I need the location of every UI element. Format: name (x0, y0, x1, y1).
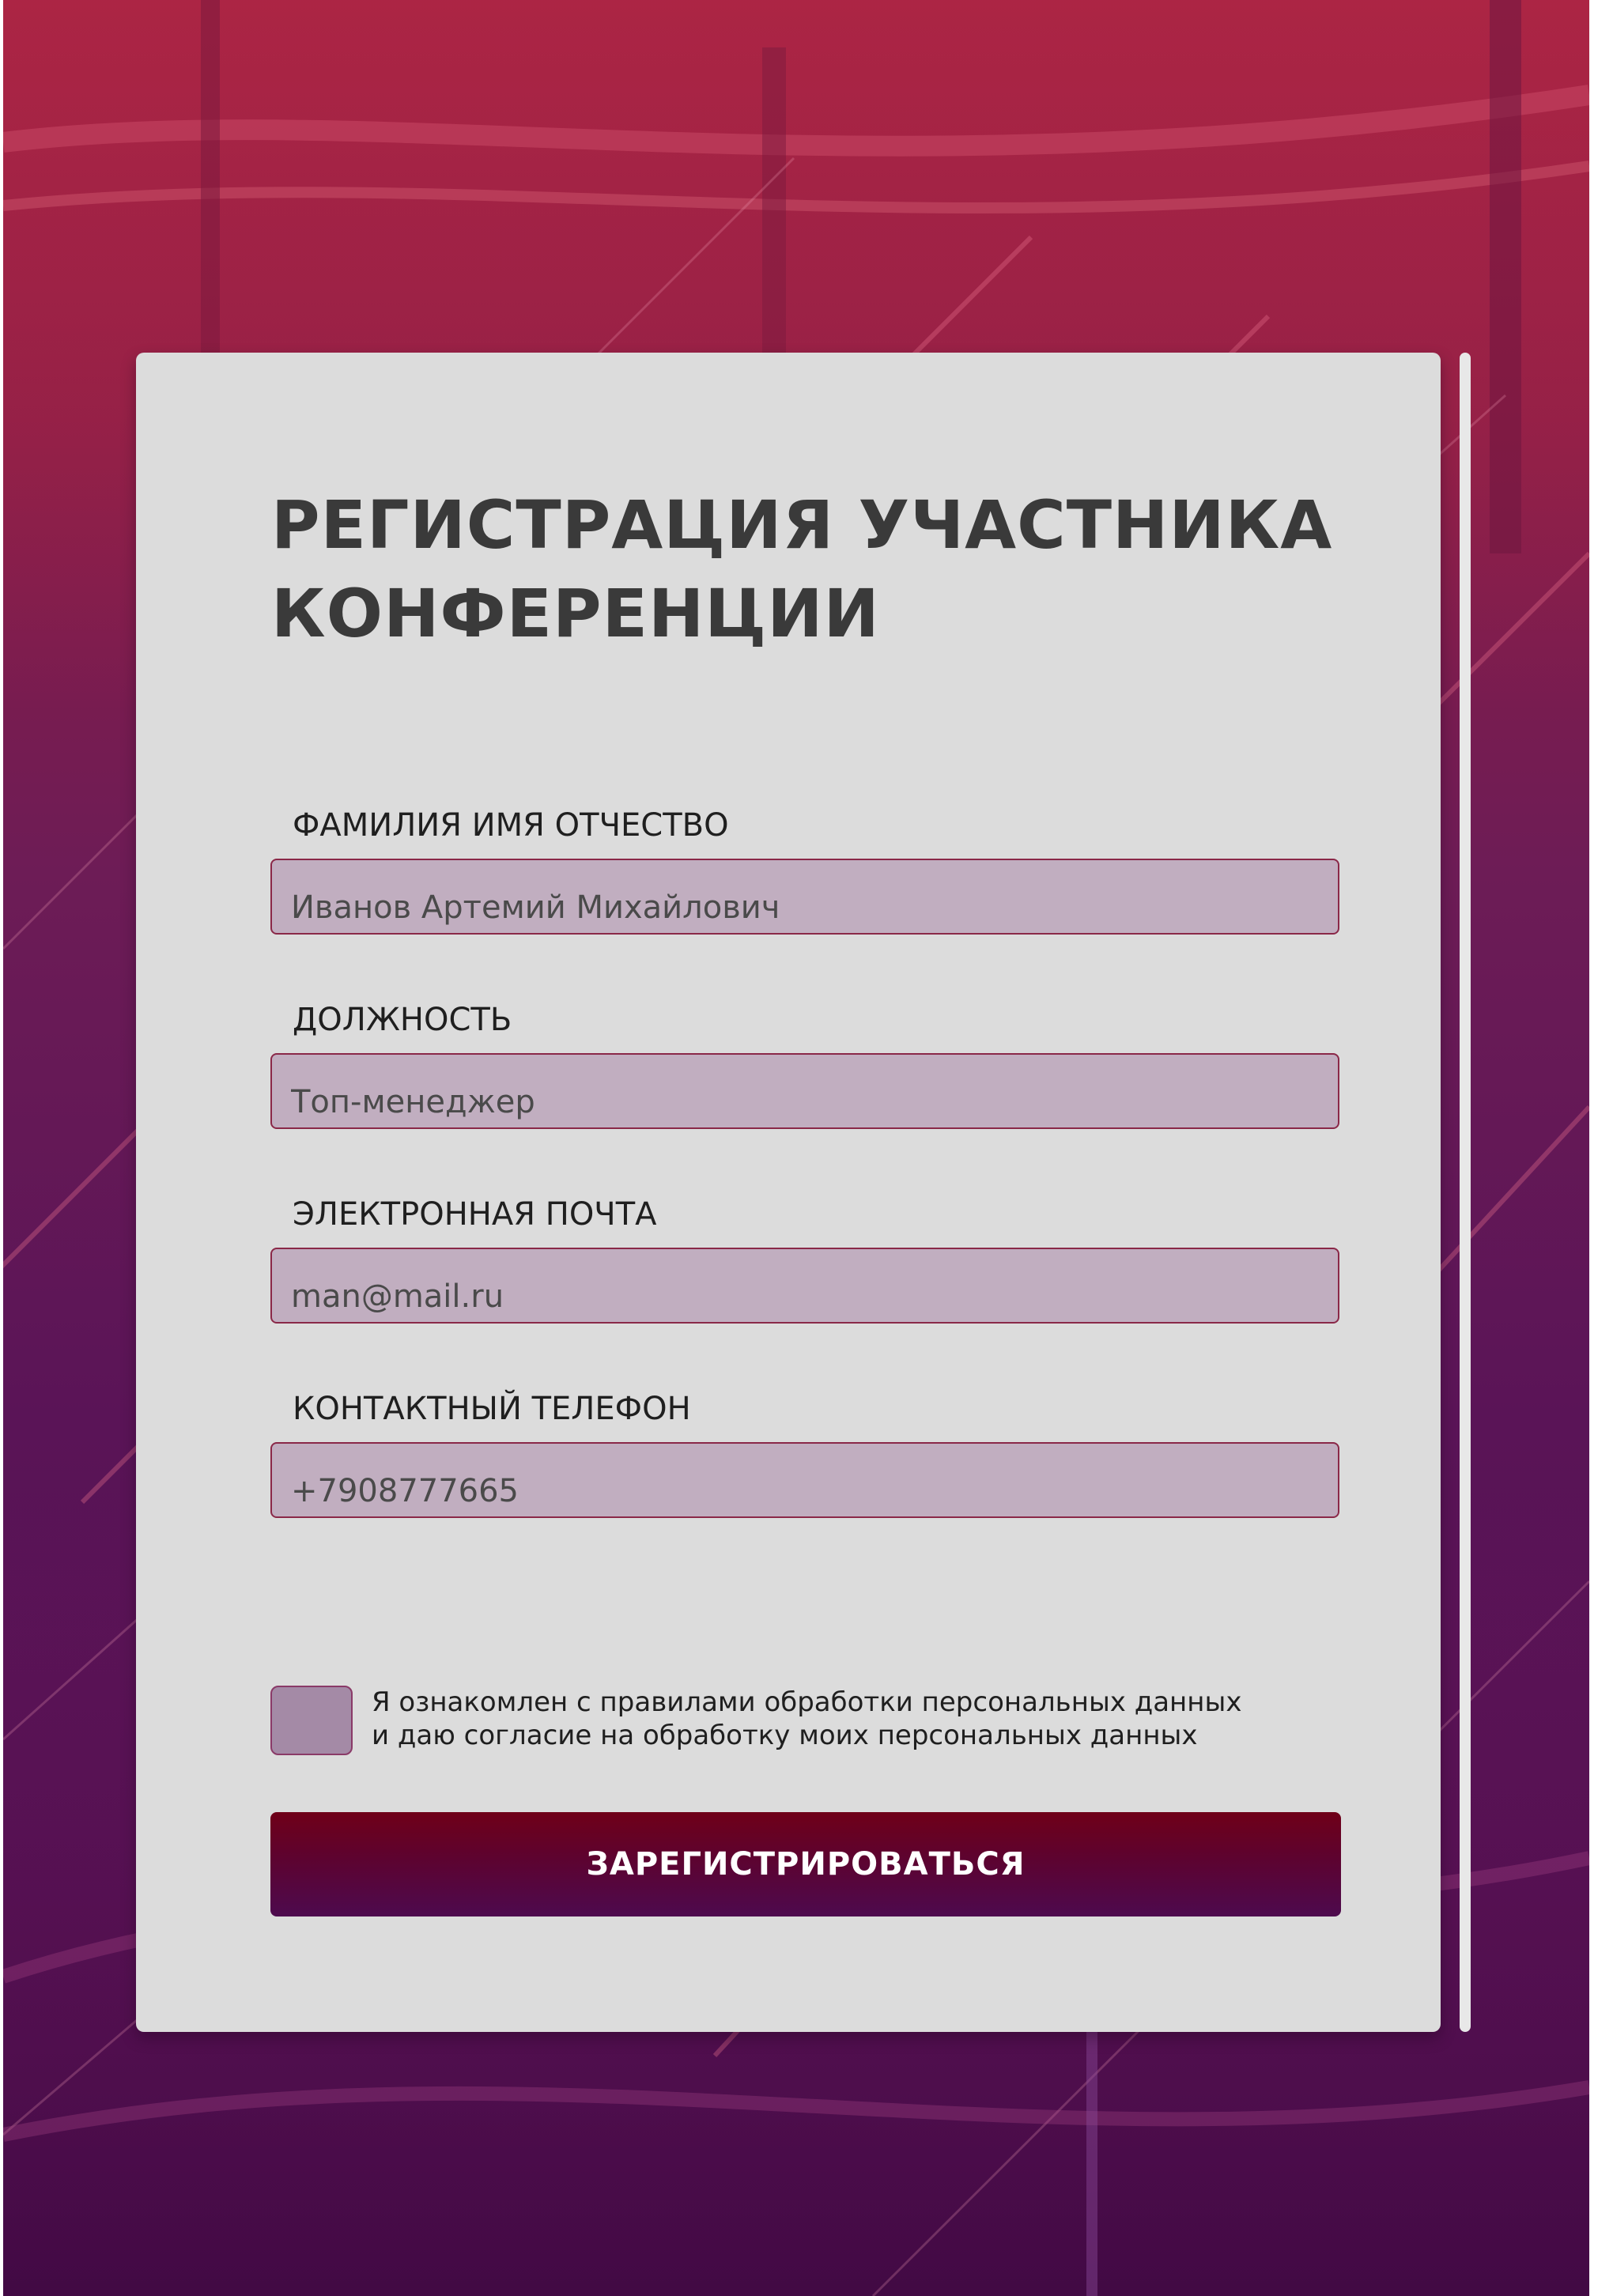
full-name-label: ФАМИЛИЯ ИМЯ ОТЧЕСТВО (293, 807, 729, 844)
title-line-1: РЕГИСТРАЦИЯ УЧАСТНИКА (271, 486, 1333, 564)
email-label: ЭЛЕКТРОННАЯ ПОЧТА (293, 1196, 657, 1233)
email-input[interactable] (270, 1248, 1339, 1324)
phone-label: КОНТАКТНЫЙ ТЕЛЕФОН (293, 1391, 691, 1427)
position-input[interactable] (270, 1053, 1339, 1129)
consent-line-2: и даю согласие на обработку моих персона… (372, 1720, 1198, 1751)
title-line-2: КОНФЕРЕНЦИИ (271, 575, 880, 652)
consent-text: Я ознакомлен с правилами обработки персо… (372, 1686, 1368, 1752)
consent-checkbox[interactable] (270, 1686, 353, 1755)
page-title: РЕГИСТРАЦИЯ УЧАСТНИКА КОНФЕРЕНЦИИ (271, 481, 1394, 658)
scrollbar[interactable] (1460, 353, 1471, 2032)
position-label: ДОЛЖНОСТЬ (293, 1002, 512, 1038)
register-button[interactable]: ЗАРЕГИСТРИРОВАТЬСЯ (270, 1812, 1341, 1916)
registration-page: РЕГИСТРАЦИЯ УЧАСТНИКА КОНФЕРЕНЦИИ ФАМИЛИ… (0, 0, 1613, 2296)
phone-input[interactable] (270, 1442, 1339, 1518)
consent-line-1: Я ознакомлен с правилами обработки персо… (372, 1686, 1242, 1718)
full-name-input[interactable] (270, 859, 1339, 935)
